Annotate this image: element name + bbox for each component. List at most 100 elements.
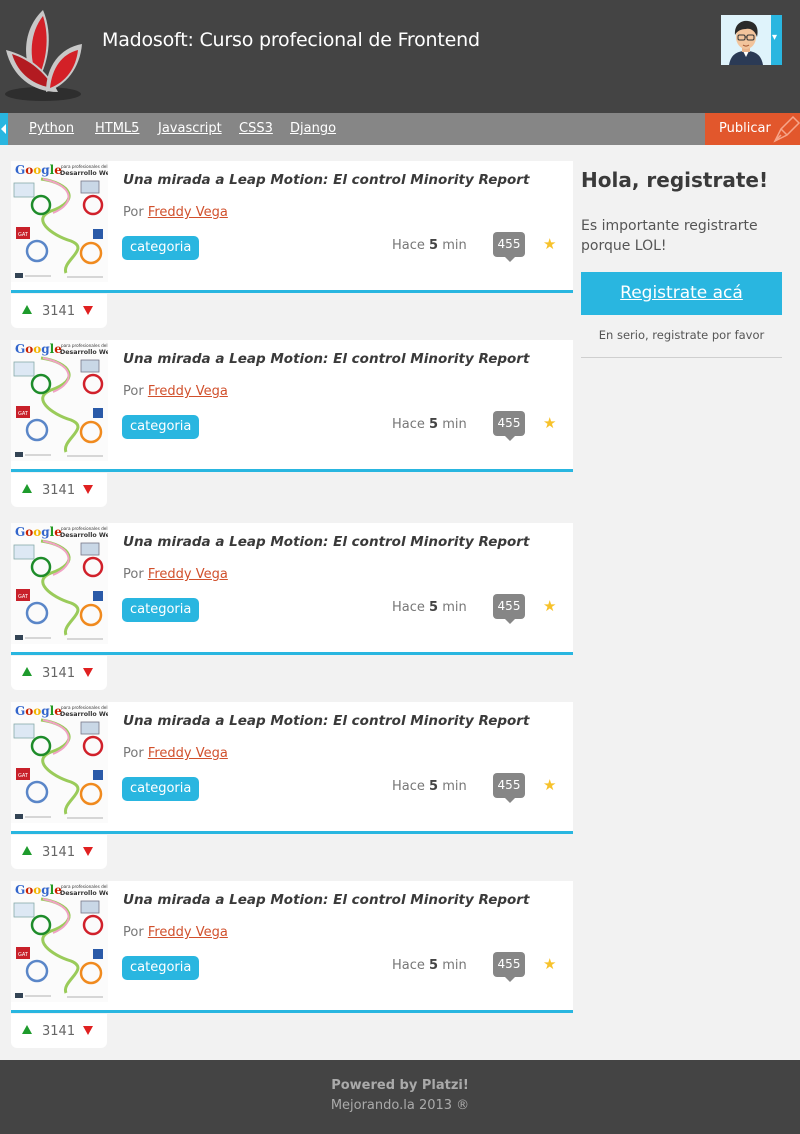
post-byline: Por Freddy Vega [123, 205, 228, 220]
madosoft-logo[interactable] [2, 6, 84, 102]
comment-count[interactable]: 455 [493, 594, 525, 624]
upvote-icon[interactable] [22, 846, 32, 855]
post-title[interactable]: Una mirada a Leap Motion: El control Min… [123, 534, 529, 550]
downvote-icon[interactable] [83, 485, 93, 494]
copyright: Mejorando.la 2013 ® [330, 1098, 470, 1113]
author-link[interactable]: Freddy Vega [148, 384, 228, 399]
svg-text:Desarrollo Web: Desarrollo Web [60, 349, 108, 356]
time-unit: min [442, 958, 467, 973]
site-footer: Powered by Platzi! Mejorando.la 2013 ® [0, 1060, 800, 1134]
post-byline: Por Freddy Vega [123, 925, 228, 940]
star-icon[interactable]: ★ [543, 955, 556, 973]
upvote-icon[interactable] [22, 484, 32, 493]
author-link[interactable]: Freddy Vega [148, 746, 228, 761]
downvote-icon[interactable] [83, 847, 93, 856]
chevron-left-icon[interactable] [0, 113, 8, 145]
byline-prefix: Por [123, 567, 144, 582]
site-header: Madosoft: Curso profecional de Frontend … [0, 0, 800, 113]
svg-text:GAT: GAT [18, 952, 29, 958]
comment-count[interactable]: 455 [493, 773, 525, 803]
nav-link-html5[interactable]: HTML5 [95, 121, 139, 136]
downvote-icon[interactable] [83, 668, 93, 677]
svg-text:Google: Google [15, 704, 62, 718]
svg-text:Desarrollo Web: Desarrollo Web [60, 711, 108, 718]
publish-label: Publicar [719, 121, 771, 136]
downvote-icon[interactable] [83, 1026, 93, 1035]
post-byline: Por Freddy Vega [123, 384, 228, 399]
vote-count: 3141 [42, 845, 76, 860]
post-thumbnail[interactable]: Google para profesionales del Desarrollo… [11, 523, 108, 644]
time-prefix: Hace [392, 417, 425, 432]
post-time: Hace 5 min [392, 600, 467, 615]
comment-count[interactable]: 455 [493, 411, 525, 441]
category-badge[interactable]: categoria [122, 598, 200, 622]
post-thumbnail[interactable]: Google para profesionales del Desarrollo… [11, 702, 108, 823]
post-byline: Por Freddy Vega [123, 746, 228, 761]
author-link[interactable]: Freddy Vega [148, 567, 228, 582]
post-title[interactable]: Una mirada a Leap Motion: El control Min… [123, 713, 529, 729]
time-value: 5 [429, 958, 439, 973]
author-link[interactable]: Freddy Vega [148, 925, 228, 940]
post-card: Google para profesionales del Desarrollo… [11, 881, 573, 1013]
upvote-icon[interactable] [22, 667, 32, 676]
vote-box: 3141 [11, 835, 107, 869]
nav-link-css3[interactable]: CSS3 [239, 121, 273, 136]
post-title[interactable]: Una mirada a Leap Motion: El control Min… [123, 892, 529, 908]
vote-count: 3141 [42, 304, 76, 319]
downvote-icon[interactable] [83, 306, 93, 315]
vote-box: 3141 [11, 656, 107, 690]
svg-text:para profesionales del: para profesionales del [61, 705, 108, 710]
register-button[interactable]: Registrate acá [581, 272, 782, 315]
time-prefix: Hace [392, 600, 425, 615]
comment-count[interactable]: 455 [493, 232, 525, 262]
time-unit: min [442, 417, 467, 432]
svg-text:para profesionales del: para profesionales del [61, 343, 108, 348]
nav-link-javascript[interactable]: Javascript [158, 121, 222, 136]
publish-button[interactable]: Publicar [705, 113, 800, 145]
infographic-image: Google para profesionales del Desarrollo… [11, 340, 108, 461]
byline-prefix: Por [123, 925, 144, 940]
svg-text:GAT: GAT [18, 411, 29, 417]
upvote-icon[interactable] [22, 1025, 32, 1034]
category-badge[interactable]: categoria [122, 236, 200, 260]
register-heading: Hola, registrate! [581, 168, 769, 192]
chevron-down-icon[interactable]: ▾ [772, 32, 777, 43]
register-text: Es importante registrarte porque LOL! [581, 218, 758, 254]
svg-text:para profesionales del: para profesionales del [61, 164, 108, 169]
post-title[interactable]: Una mirada a Leap Motion: El control Min… [123, 351, 529, 367]
time-value: 5 [429, 779, 439, 794]
category-badge[interactable]: categoria [122, 415, 200, 439]
category-badge[interactable]: categoria [122, 956, 200, 980]
post-title[interactable]: Una mirada a Leap Motion: El control Min… [123, 172, 529, 188]
star-icon[interactable]: ★ [543, 776, 556, 794]
svg-text:Google: Google [15, 163, 62, 177]
nav-link-django[interactable]: Django [290, 121, 336, 136]
time-value: 5 [429, 238, 439, 253]
category-badge[interactable]: categoria [122, 777, 200, 801]
svg-text:Desarrollo Web: Desarrollo Web [60, 170, 108, 177]
star-icon[interactable]: ★ [543, 597, 556, 615]
svg-text:GAT: GAT [18, 773, 29, 779]
nav-link-python[interactable]: Python [29, 121, 74, 136]
byline-prefix: Por [123, 205, 144, 220]
comment-count[interactable]: 455 [493, 952, 525, 982]
time-unit: min [442, 600, 467, 615]
star-icon[interactable]: ★ [543, 235, 556, 253]
site-title: Madosoft: Curso profecional de Frontend [102, 29, 480, 51]
post-thumbnail[interactable]: Google para profesionales del Desarrollo… [11, 161, 108, 282]
time-prefix: Hace [392, 958, 425, 973]
post-thumbnail[interactable]: Google para profesionales del Desarrollo… [11, 881, 108, 1002]
svg-text:GAT: GAT [18, 232, 29, 238]
user-avatar[interactable] [721, 15, 771, 65]
svg-text:GAT: GAT [18, 594, 29, 600]
post-card: Google para profesionales del Desarrollo… [11, 340, 573, 472]
sidebar-divider [581, 357, 782, 358]
author-link[interactable]: Freddy Vega [148, 205, 228, 220]
star-icon[interactable]: ★ [543, 414, 556, 432]
post-thumbnail[interactable]: Google para profesionales del Desarrollo… [11, 340, 108, 461]
byline-prefix: Por [123, 384, 144, 399]
svg-text:Google: Google [15, 883, 62, 897]
upvote-icon[interactable] [22, 305, 32, 314]
user-menu[interactable]: ▾ [721, 15, 782, 65]
svg-text:Google: Google [15, 342, 62, 356]
